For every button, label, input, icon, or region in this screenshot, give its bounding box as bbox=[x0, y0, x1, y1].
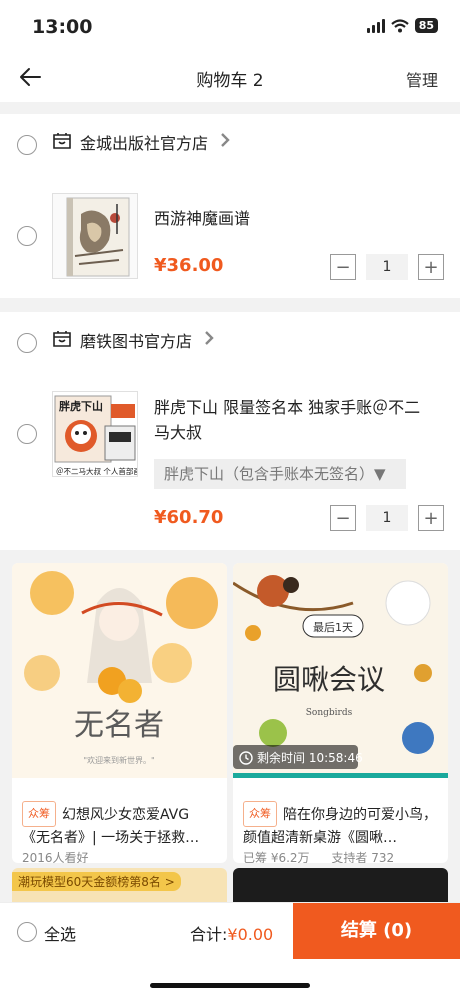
quantity-value[interactable]: 1 bbox=[366, 505, 408, 531]
recommend-title[interactable]: 众筹 幻想风少女恋爱AVG《无名者》| 一场关于拯救… bbox=[22, 801, 217, 849]
recommend-title[interactable]: 众筹 陪在你身边的可爱小鸟，颜值超清新桌游《圆啾… bbox=[243, 801, 438, 849]
store-icon bbox=[53, 331, 71, 347]
cover-caption-text: ＠不二马大叔 个人首部画集 bbox=[56, 466, 138, 476]
checkout-bar: 全选 合计:¥0.00 结算 (0) bbox=[0, 902, 460, 996]
shop-header[interactable]: 磨铁图书官方店 bbox=[0, 312, 460, 366]
chevron-right-icon[interactable] bbox=[203, 330, 215, 346]
item-title-line: 马大叔 bbox=[154, 423, 203, 442]
manage-button[interactable]: 管理 bbox=[406, 67, 438, 91]
product-image[interactable]: 胖虎下山 ＠不二马大叔 个人首部画集 bbox=[52, 391, 138, 477]
chevron-right-icon[interactable] bbox=[219, 132, 231, 148]
shop-card: 金城出版社官方店 西游神魔画谱 ¥36.00 − 1 + bbox=[0, 114, 460, 298]
countdown-text: 剩余时间 10:58:46 bbox=[257, 751, 363, 765]
shop-select-radio[interactable] bbox=[17, 135, 37, 155]
quantity-stepper[interactable]: − 1 + bbox=[330, 253, 444, 281]
crowdfunding-badge: 众筹 bbox=[243, 801, 277, 827]
cover-title-text: 无名者 bbox=[74, 708, 164, 743]
ranking-banner-text: 潮玩模型60天金额榜第8名 > bbox=[18, 875, 175, 889]
cover-subtitle-text: "欢迎来到新世界。" bbox=[83, 755, 154, 765]
cover-badge-text: 最后1天 bbox=[313, 621, 353, 634]
raised-amount: 已筹 ¥6.2万 bbox=[243, 851, 310, 863]
item-title-line: 胖虎下山 限量签名本 独家手账＠不二 bbox=[154, 398, 421, 417]
cellular-signal-icon bbox=[366, 18, 385, 33]
recommend-meta: 2016人看好 bbox=[22, 851, 89, 863]
ranking-banner: 潮玩模型60天金额榜第8名 > bbox=[12, 872, 181, 891]
recommend-cover-image: 无名者 "欢迎来到新世界。" bbox=[12, 563, 227, 778]
cover-subtitle-text: Songbirds bbox=[306, 708, 353, 718]
home-indicator bbox=[150, 983, 310, 988]
total-value: ¥0.00 bbox=[227, 925, 274, 944]
recommend-card[interactable]: 最后1天 圆啾会议 Songbirds 剩余时间 10:58:46 众筹 陪在你身… bbox=[233, 563, 448, 863]
increase-button[interactable]: + bbox=[418, 505, 444, 531]
recommend-card[interactable]: 无名者 "欢迎来到新世界。" 众筹 幻想风少女恋爱AVG《无名者》| 一场关于拯救… bbox=[12, 563, 227, 863]
select-all-label[interactable]: 全选 bbox=[44, 921, 76, 945]
book-cover-xiyou bbox=[66, 197, 130, 277]
store-icon bbox=[53, 133, 71, 149]
total-price: 合计:¥0.00 bbox=[190, 921, 273, 945]
variant-selector[interactable]: 胖虎下山（包含手账本无签名）▼ bbox=[154, 459, 406, 489]
shop-name[interactable]: 金城出版社官方店 bbox=[80, 130, 208, 154]
countdown-badge: 剩余时间 10:58:46 bbox=[239, 749, 363, 766]
item-price: ¥36.00 bbox=[154, 255, 224, 276]
clock-icon bbox=[239, 750, 253, 765]
status-icons: 85 bbox=[366, 18, 438, 33]
quantity-stepper[interactable]: − 1 + bbox=[330, 504, 444, 532]
item-select-radio[interactable] bbox=[17, 424, 37, 444]
shop-card: 磨铁图书官方店 胖虎下山 ＠不二马大叔 个人首部画集 胖虎下山 限量签名本 独家… bbox=[0, 312, 460, 550]
cover-title-text: 胖虎下山 bbox=[59, 399, 103, 413]
shop-select-radio[interactable] bbox=[17, 333, 37, 353]
item-select-radio[interactable] bbox=[17, 226, 37, 246]
decrease-button[interactable]: − bbox=[330, 505, 356, 531]
select-all-radio[interactable] bbox=[17, 922, 37, 942]
decrease-button[interactable]: − bbox=[330, 254, 356, 280]
item-title[interactable]: 胖虎下山 限量签名本 独家手账＠不二 马大叔 bbox=[154, 395, 420, 445]
status-time: 13:00 bbox=[32, 16, 93, 38]
battery-icon: 85 bbox=[414, 18, 438, 33]
backers-count: 支持者 732 bbox=[331, 851, 395, 863]
quantity-value[interactable]: 1 bbox=[366, 254, 408, 280]
wifi-icon bbox=[390, 18, 409, 32]
shop-name[interactable]: 磨铁图书官方店 bbox=[80, 328, 192, 352]
product-image[interactable] bbox=[52, 193, 138, 279]
crowdfunding-badge: 众筹 bbox=[22, 801, 56, 827]
nav-bar: 购物车 2 管理 bbox=[0, 52, 460, 102]
increase-button[interactable]: + bbox=[418, 254, 444, 280]
cover-title-text: 圆啾会议 bbox=[273, 663, 385, 696]
item-price: ¥60.70 bbox=[154, 507, 224, 528]
status-bar: 13:00 85 bbox=[0, 0, 460, 52]
page-title: 购物车 2 bbox=[196, 71, 264, 91]
recommend-meta: 已筹 ¥6.2万 支持者 732 bbox=[243, 849, 394, 863]
shop-header[interactable]: 金城出版社官方店 bbox=[0, 114, 460, 168]
recommend-cover-image: 最后1天 圆啾会议 Songbirds bbox=[233, 563, 448, 778]
item-title[interactable]: 西游神魔画谱 bbox=[154, 206, 250, 231]
total-label-text: 合计: bbox=[190, 925, 228, 944]
checkout-button[interactable]: 结算 (0) bbox=[293, 903, 460, 959]
book-cover-panghu: 胖虎下山 ＠不二马大叔 个人首部画集 bbox=[53, 392, 138, 476]
